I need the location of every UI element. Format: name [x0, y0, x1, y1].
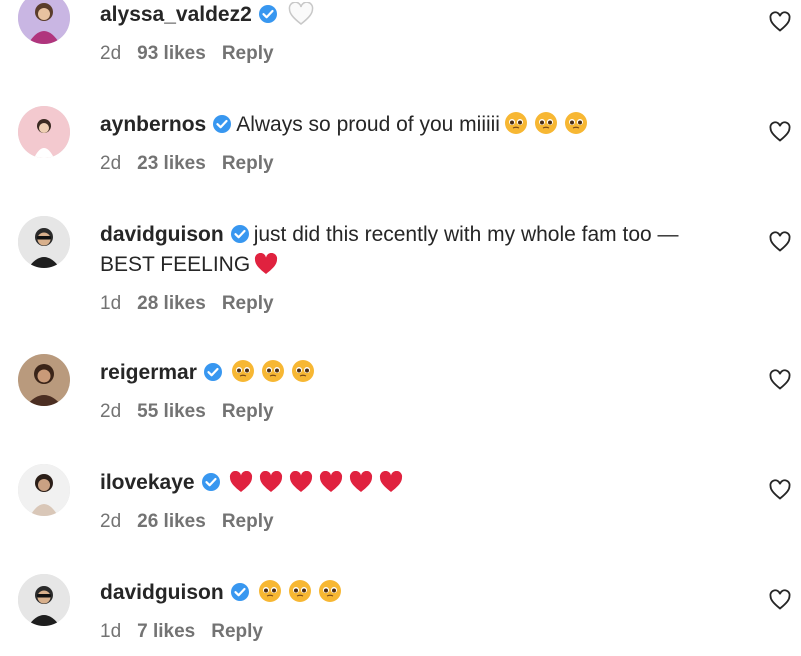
verified-badge-icon	[230, 223, 250, 253]
username[interactable]: ilovekaye	[100, 471, 195, 494]
like-heart-icon[interactable]	[768, 368, 792, 392]
white-heart-emoji-icon	[288, 1, 314, 35]
reply-button[interactable]: Reply	[222, 43, 274, 64]
pleading-face-icon	[564, 112, 587, 134]
verified-badge-icon	[230, 581, 250, 611]
comment-text: davidguison	[100, 578, 760, 612]
red-heart-icon	[379, 470, 402, 492]
verified-badge-icon	[212, 113, 232, 143]
like-heart-icon[interactable]	[768, 230, 792, 254]
comment-text: davidguison just did this recently with m…	[100, 220, 760, 253]
red-heart-icon	[255, 252, 278, 274]
like-heart-icon[interactable]	[768, 478, 792, 502]
username[interactable]: reigermar	[100, 361, 197, 384]
red-heart-icon	[229, 470, 252, 492]
avatar[interactable]	[18, 464, 70, 516]
comment-text-line2: BEST FEELING	[100, 250, 760, 284]
avatar[interactable]	[18, 574, 70, 626]
comment-body-line2: BEST FEELING	[100, 253, 251, 276]
username[interactable]: davidguison	[100, 581, 224, 604]
pleading-face-emojis	[504, 111, 594, 144]
pleading-face-icon	[318, 580, 341, 602]
comment-body: just did this recently with my whole fam…	[253, 223, 679, 246]
red-heart-icon	[289, 470, 312, 492]
pleading-face-icon	[288, 580, 311, 602]
likes-count[interactable]: 55 likes	[137, 401, 206, 422]
comment-text: aynbernos Always so proud of you miiiii	[100, 110, 760, 144]
verified-badge-icon	[258, 3, 278, 33]
red-heart-icon	[349, 470, 372, 492]
reply-button[interactable]: Reply	[222, 153, 274, 174]
red-heart-emojis	[229, 470, 409, 502]
pleading-face-emojis	[231, 359, 321, 392]
comment-body: Always so proud of you miiiii	[236, 113, 500, 136]
red-heart-icon	[259, 470, 282, 492]
reply-button[interactable]: Reply	[211, 621, 263, 642]
reply-button[interactable]: Reply	[222, 401, 274, 422]
red-heart-icon	[319, 470, 342, 492]
comment-time: 1d	[100, 621, 122, 642]
comment-time: 1d	[100, 293, 122, 314]
comment-text: reigermar	[100, 358, 760, 392]
comment-time: 2d	[100, 401, 122, 422]
comment-meta: 2d 55 likes Reply	[100, 400, 290, 424]
pleading-face-icon	[261, 360, 284, 382]
username[interactable]: aynbernos	[100, 113, 206, 136]
comment-list: alyssa_valdez2 2d 93 likes Reply aynbernos…	[0, 0, 801, 656]
comment-meta: 1d 7 likes Reply	[100, 620, 279, 644]
likes-count[interactable]: 7 likes	[137, 621, 195, 642]
pleading-face-icon	[258, 580, 281, 602]
comment-text: alyssa_valdez2	[100, 0, 760, 35]
likes-count[interactable]: 23 likes	[137, 153, 206, 174]
pleading-face-icon	[231, 360, 254, 382]
comment-time: 2d	[100, 153, 122, 174]
likes-count[interactable]: 93 likes	[137, 43, 206, 64]
comment-meta: 2d 23 likes Reply	[100, 152, 290, 176]
like-heart-icon[interactable]	[768, 10, 792, 34]
like-heart-icon[interactable]	[768, 588, 792, 612]
username[interactable]: davidguison	[100, 223, 224, 246]
pleading-face-icon	[291, 360, 314, 382]
comment-time: 2d	[100, 511, 122, 532]
username[interactable]: alyssa_valdez2	[100, 3, 252, 26]
avatar[interactable]	[18, 354, 70, 406]
comment-meta: 2d 26 likes Reply	[100, 510, 290, 534]
avatar[interactable]	[18, 0, 70, 44]
pleading-face-icon	[534, 112, 557, 134]
comment-meta: 1d 28 likes Reply	[100, 292, 290, 316]
likes-count[interactable]: 26 likes	[137, 511, 206, 532]
pleading-face-icon	[504, 112, 527, 134]
comment-time: 2d	[100, 43, 122, 64]
verified-badge-icon	[201, 471, 221, 501]
pleading-face-emojis	[258, 579, 348, 612]
red-heart-emojis	[254, 252, 284, 284]
reply-button[interactable]: Reply	[222, 511, 274, 532]
avatar[interactable]	[18, 106, 70, 158]
avatar[interactable]	[18, 216, 70, 268]
like-heart-icon[interactable]	[768, 120, 792, 144]
comment-text: ilovekaye	[100, 468, 760, 502]
verified-badge-icon	[203, 361, 223, 391]
likes-count[interactable]: 28 likes	[137, 293, 206, 314]
reply-button[interactable]: Reply	[222, 293, 274, 314]
comment-meta: 2d 93 likes Reply	[100, 42, 290, 66]
